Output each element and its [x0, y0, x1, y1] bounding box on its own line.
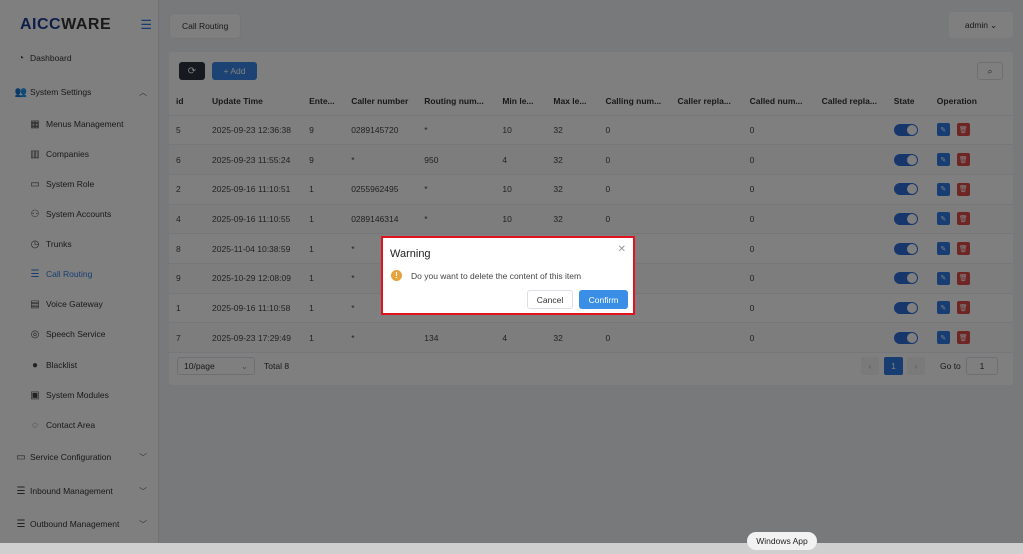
- warning-dialog: Warning ✕ ! Do you want to delete the co…: [385, 240, 631, 311]
- windows-app-tooltip: Windows App: [747, 532, 817, 550]
- dialog-title: Warning: [390, 248, 431, 260]
- cancel-button[interactable]: Cancel: [527, 290, 573, 309]
- taskbar-strip: [0, 543, 1023, 554]
- dialog-highlight-frame: Warning ✕ ! Do you want to delete the co…: [381, 236, 635, 315]
- warning-icon: !: [391, 270, 402, 281]
- confirm-button[interactable]: Confirm: [579, 290, 628, 309]
- close-icon[interactable]: ✕: [618, 244, 626, 255]
- dialog-message: Do you want to delete the content of thi…: [411, 271, 582, 281]
